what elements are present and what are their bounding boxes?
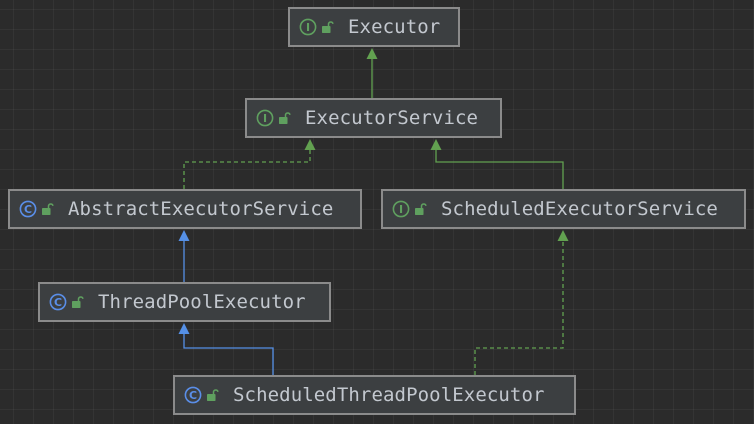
node-scheduled-executor-service[interactable]: I ScheduledExecutorService	[381, 189, 746, 229]
node-label: ScheduledExecutorService	[441, 198, 718, 220]
edge-scheduled-thread-pool-to-scheduled-service	[474, 230, 569, 375]
unlocked-padlock-icon	[413, 202, 427, 216]
edge-executor-service-to-executor	[366, 48, 378, 98]
interface-icon: I	[299, 18, 317, 36]
svg-text:I: I	[263, 112, 267, 125]
edge-abstract-to-executor-service	[183, 139, 316, 189]
class-icon: C	[19, 200, 37, 218]
node-executor[interactable]: I Executor	[288, 7, 460, 47]
svg-text:I: I	[399, 203, 403, 216]
edge-scheduled-service-to-executor-service	[430, 139, 564, 189]
unlocked-padlock-icon	[320, 20, 334, 34]
class-icon: C	[49, 293, 67, 311]
svg-text:C: C	[24, 203, 32, 216]
node-label: AbstractExecutorService	[68, 198, 334, 220]
node-executor-service[interactable]: I ExecutorService	[245, 98, 502, 138]
edge-thread-pool-to-abstract	[178, 230, 190, 282]
svg-text:C: C	[189, 389, 197, 402]
node-thread-pool-executor[interactable]: C ThreadPoolExecutor	[38, 282, 331, 322]
node-label: ScheduledThreadPoolExecutor	[233, 384, 545, 406]
unlocked-padlock-icon	[277, 111, 291, 125]
node-abstract-executor-service[interactable]: C AbstractExecutorService	[8, 189, 362, 229]
interface-icon: I	[256, 109, 274, 127]
class-icon: C	[184, 386, 202, 404]
unlocked-padlock-icon	[40, 202, 54, 216]
edge-scheduled-thread-pool-to-thread-pool	[178, 323, 274, 375]
svg-text:C: C	[54, 296, 62, 309]
svg-text:I: I	[306, 21, 310, 34]
unlocked-padlock-icon	[70, 295, 84, 309]
unlocked-padlock-icon	[205, 388, 219, 402]
node-scheduled-thread-pool-executor[interactable]: C ScheduledThreadPoolExecutor	[173, 375, 576, 415]
node-label: Executor	[348, 16, 441, 38]
interface-icon: I	[392, 200, 410, 218]
node-label: ThreadPoolExecutor	[98, 291, 306, 313]
node-label: ExecutorService	[305, 107, 479, 129]
